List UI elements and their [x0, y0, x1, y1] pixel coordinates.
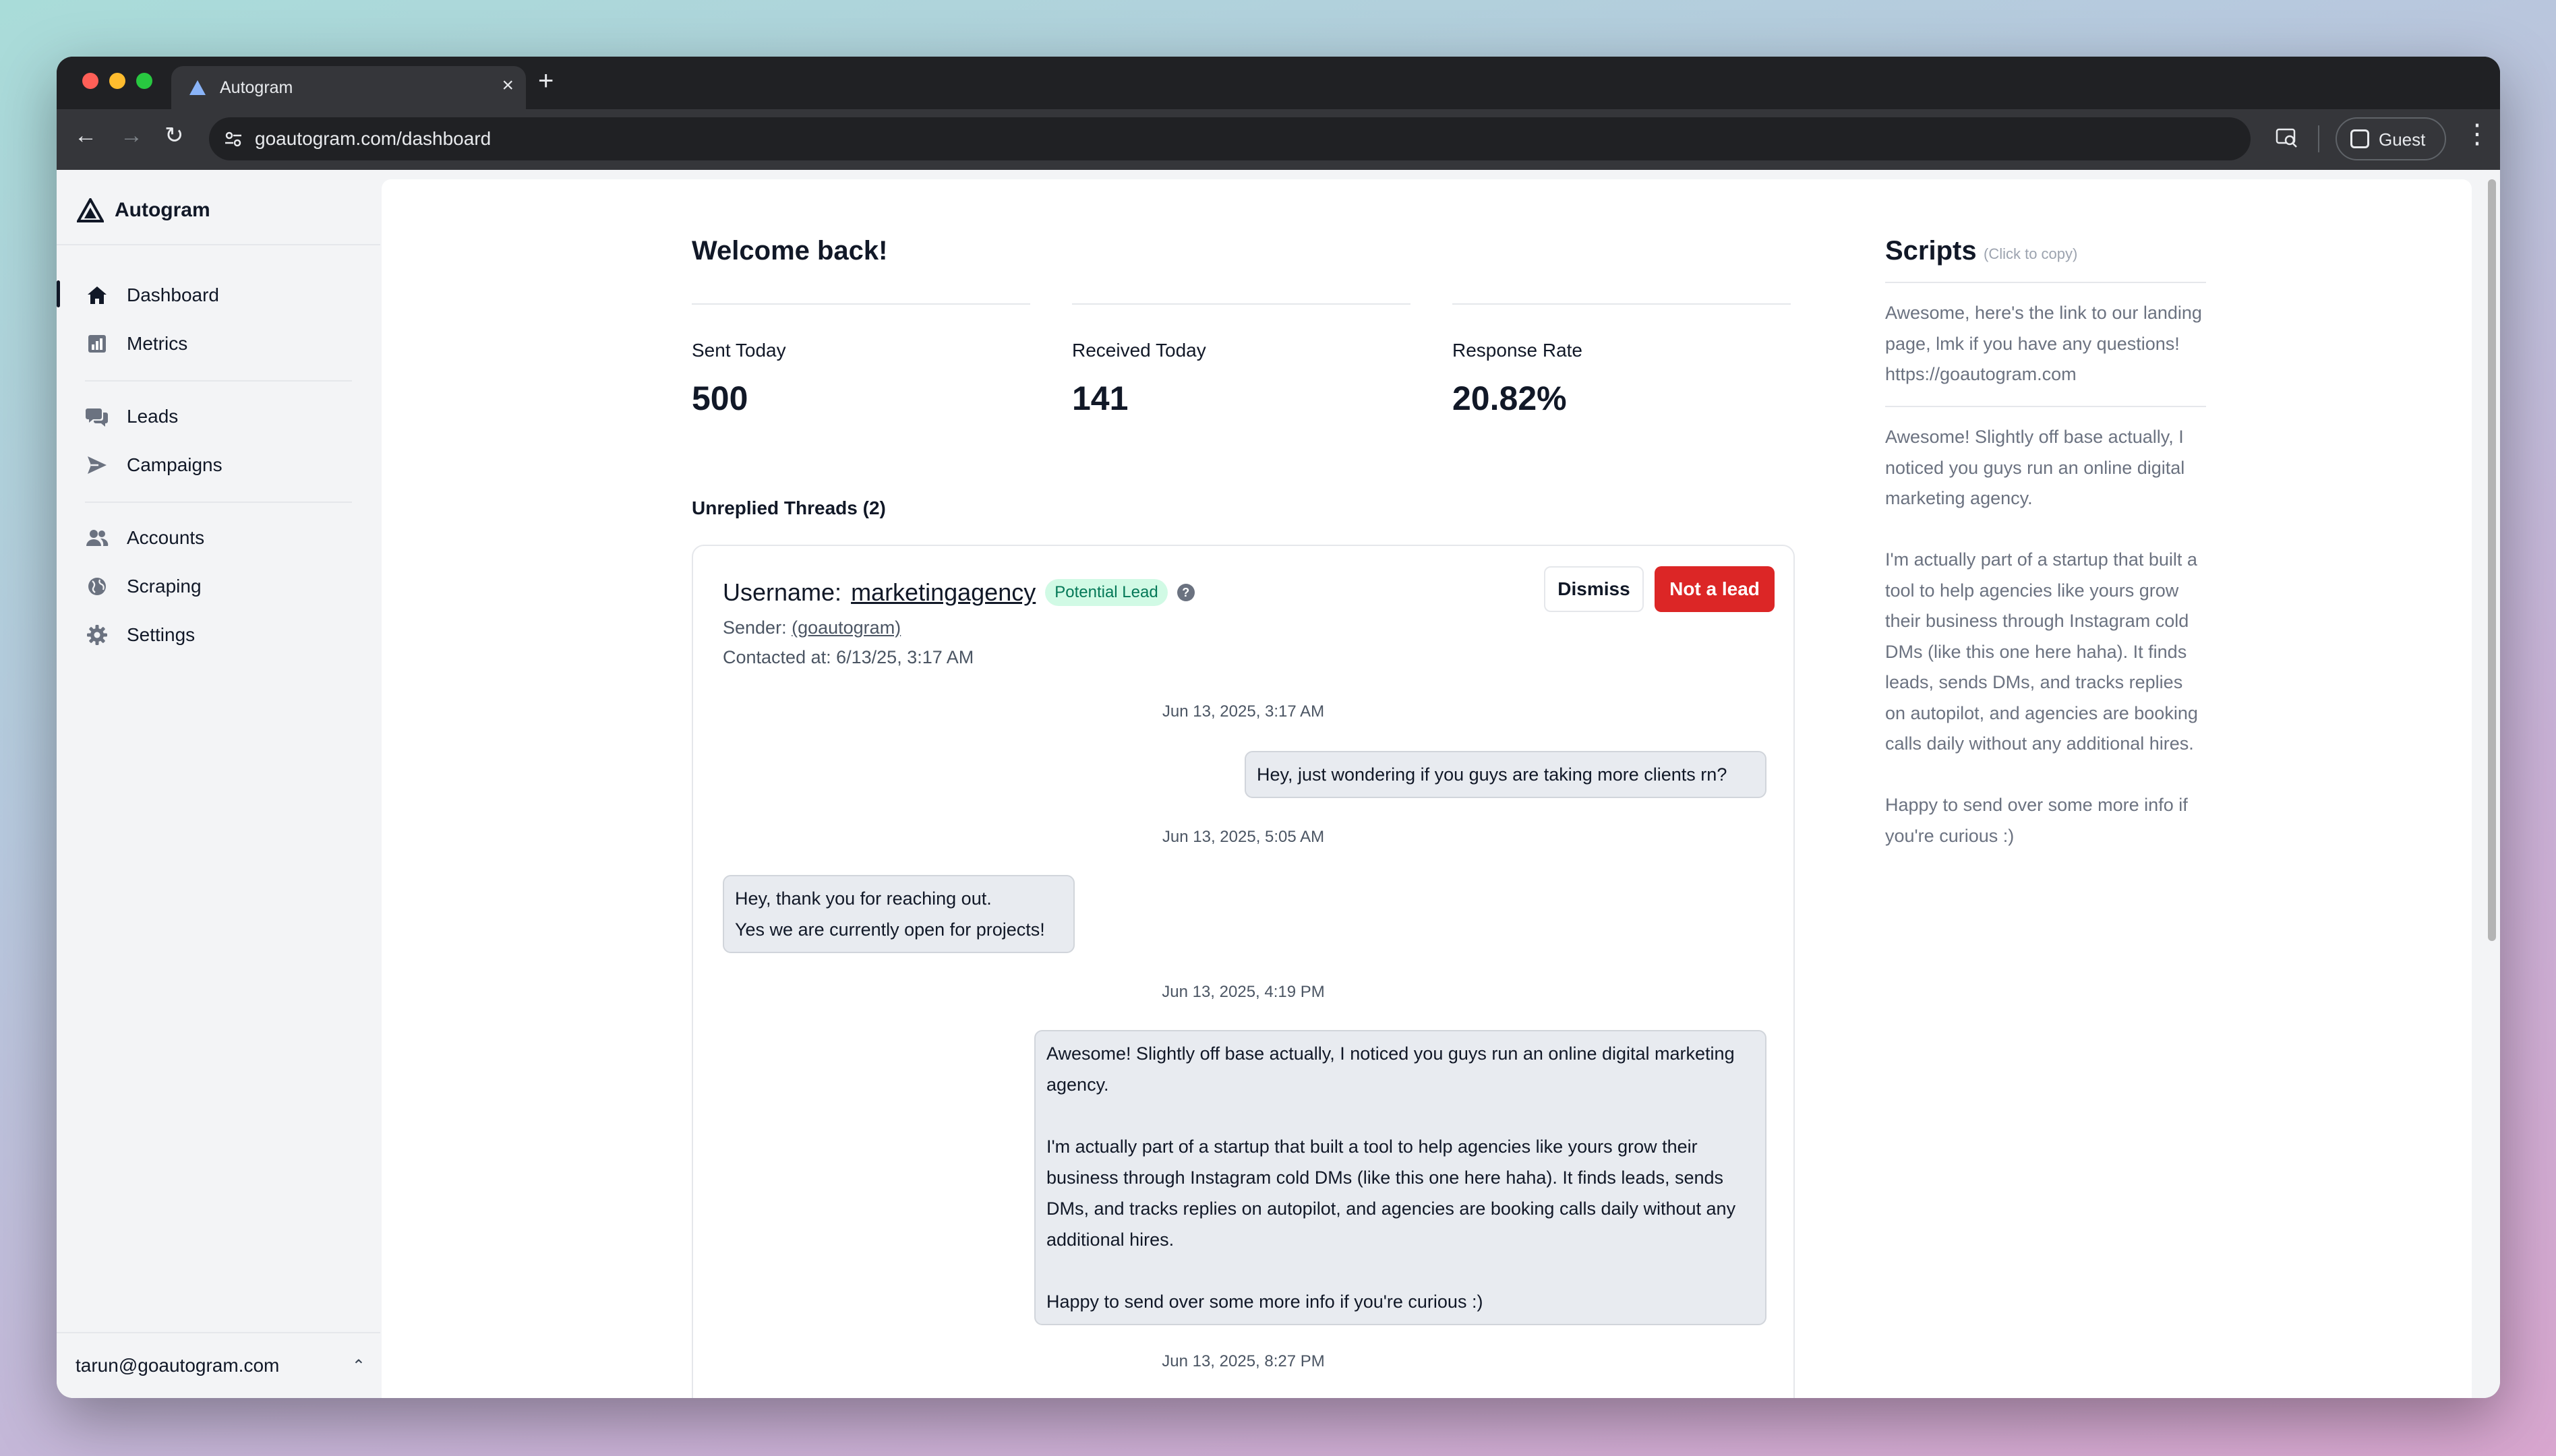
zoom-window-button[interactable] — [136, 73, 152, 89]
active-indicator — [57, 280, 60, 307]
address-bar[interactable]: goautogram.com/dashboard — [209, 117, 2251, 160]
sidebar-item-label: Scraping — [127, 576, 202, 597]
help-icon[interactable]: ? — [1177, 584, 1195, 601]
thread-card: Username: marketingagency Potential Lead… — [692, 545, 1795, 1398]
profile-icon — [2350, 129, 2369, 148]
sidebar-item-label: Campaigns — [127, 454, 222, 475]
profile-label: Guest — [2379, 129, 2426, 150]
dismiss-button[interactable]: Dismiss — [1544, 566, 1644, 612]
profile-button[interactable]: Guest — [2336, 117, 2446, 160]
sidebar-divider — [57, 244, 380, 245]
tab-strip: Autogram × + — [57, 57, 2500, 109]
close-window-button[interactable] — [82, 73, 98, 89]
scripts-title: Scripts — [1885, 236, 1977, 266]
not-a-lead-button[interactable]: Not a lead — [1655, 566, 1775, 612]
sidebar-divider — [57, 1332, 380, 1333]
sidebar-item-scraping[interactable]: Scraping — [85, 566, 202, 607]
chevron-up-icon: ⌃ — [351, 1356, 365, 1375]
autogram-logo-icon — [77, 198, 104, 222]
message-bubble-outgoing: Hey, just wondering if you guys are taki… — [1245, 751, 1766, 798]
scripts-hint: (Click to copy) — [1984, 245, 2078, 262]
main-content: Welcome back! Sent Today 500 Received To… — [382, 179, 2472, 1398]
sidebar-item-campaigns[interactable]: Campaigns — [85, 445, 222, 485]
sidebar-item-metrics[interactable]: Metrics — [85, 324, 187, 364]
stat-card-sent: Sent Today 500 — [692, 303, 1030, 418]
stat-card-response-rate: Response Rate 20.82% — [1452, 303, 1791, 418]
sender-label: Sender: — [723, 617, 787, 638]
back-icon[interactable]: ← — [74, 124, 97, 147]
message-bubble-incoming: Hey, thank you for reaching out. Yes we … — [723, 875, 1075, 953]
brand-name: Autogram — [115, 199, 210, 221]
sidebar-item-dashboard[interactable]: Dashboard — [85, 275, 219, 315]
reload-icon[interactable]: ↻ — [165, 124, 184, 147]
scripts-divider — [1885, 406, 2206, 407]
site-settings-icon[interactable] — [224, 129, 243, 148]
new-tab-icon[interactable]: + — [538, 67, 554, 94]
sidebar-divider — [85, 380, 352, 382]
stat-label: Sent Today — [692, 340, 786, 361]
tab-search-icon[interactable] — [2275, 125, 2299, 150]
sidebar: Autogram Dashboard Metrics Leads Campaig… — [57, 170, 380, 1398]
globe-icon — [85, 574, 109, 599]
message-timestamp: Jun 13, 2025, 3:17 AM — [1162, 702, 1325, 721]
minimize-window-button[interactable] — [109, 73, 125, 89]
sidebar-item-label: Dashboard — [127, 284, 219, 305]
stat-label: Received Today — [1072, 340, 1206, 361]
gear-icon — [85, 623, 109, 647]
page-title: Welcome back! — [692, 236, 888, 266]
toolbar-divider — [2318, 125, 2319, 152]
send-icon — [85, 453, 109, 477]
tab-title: Autogram — [220, 78, 293, 97]
message-timestamp: Jun 13, 2025, 4:19 PM — [1162, 983, 1325, 1001]
window-controls — [82, 73, 152, 89]
message-bubble-outgoing: Awesome! Slightly off base actually, I n… — [1034, 1030, 1766, 1325]
scrollbar[interactable] — [2484, 170, 2500, 1398]
stat-value: 141 — [1072, 380, 1129, 417]
scripts-divider — [1885, 282, 2206, 283]
stat-value: 500 — [692, 380, 748, 417]
thread-header: Username: marketingagency Potential Lead… — [723, 578, 1195, 607]
browser-menu-icon[interactable]: ⋮ — [2464, 119, 2491, 150]
sidebar-item-settings[interactable]: Settings — [85, 615, 195, 655]
sidebar-item-label: Leads — [127, 406, 179, 427]
user-email: tarun@goautogram.com — [76, 1355, 280, 1376]
script-item[interactable]: Awesome! Slightly off base actually, I n… — [1885, 422, 2206, 851]
sidebar-item-label: Settings — [127, 624, 196, 645]
sidebar-item-accounts[interactable]: Accounts — [85, 518, 204, 558]
stat-label: Response Rate — [1452, 340, 1583, 361]
sender-line: Sender: (goautogram) — [723, 617, 901, 638]
contacted-at: Contacted at: 6/13/25, 3:17 AM — [723, 647, 974, 667]
sidebar-item-label: Accounts — [127, 527, 205, 548]
sender-handle-link[interactable]: (goautogram) — [792, 617, 901, 638]
script-item[interactable]: Awesome, here's the link to our landing … — [1885, 298, 2206, 390]
url-text: goautogram.com/dashboard — [255, 128, 492, 149]
username-link[interactable]: marketingagency — [851, 578, 1036, 607]
chat-bubbles-icon — [85, 404, 109, 429]
autogram-favicon-icon — [189, 80, 206, 95]
status-badge: Potential Lead — [1045, 579, 1168, 606]
sidebar-divider — [85, 502, 352, 503]
forward-icon[interactable]: → — [120, 124, 143, 147]
message-timestamp: Jun 13, 2025, 5:05 AM — [1162, 828, 1325, 846]
user-menu[interactable]: tarun@goautogram.com ⌃ — [76, 1345, 365, 1386]
sidebar-item-leads[interactable]: Leads — [85, 396, 178, 437]
message-timestamp: Jun 13, 2025, 8:27 PM — [1162, 1352, 1325, 1370]
sidebar-item-label: Metrics — [127, 333, 188, 354]
brand[interactable]: Autogram — [77, 190, 210, 231]
page: Autogram Dashboard Metrics Leads Campaig… — [57, 170, 2500, 1398]
browser-toolbar: ← → ↻ goautogram.com/dashboard Guest ⋮ — [57, 109, 2500, 170]
home-icon — [85, 283, 109, 307]
scrollbar-thumb[interactable] — [2488, 179, 2496, 941]
users-icon — [85, 526, 109, 550]
unreplied-threads-heading: Unreplied Threads (2) — [692, 497, 886, 518]
browser-window: Autogram × + ← → ↻ goautogram.com/dashbo… — [57, 57, 2500, 1398]
browser-tab[interactable]: Autogram × — [171, 66, 526, 109]
stat-card-received: Received Today 141 — [1072, 303, 1410, 418]
close-tab-icon[interactable]: × — [502, 74, 514, 97]
bar-chart-icon — [85, 332, 109, 356]
username-label: Username: — [723, 578, 842, 606]
stat-value: 20.82% — [1452, 380, 1567, 417]
